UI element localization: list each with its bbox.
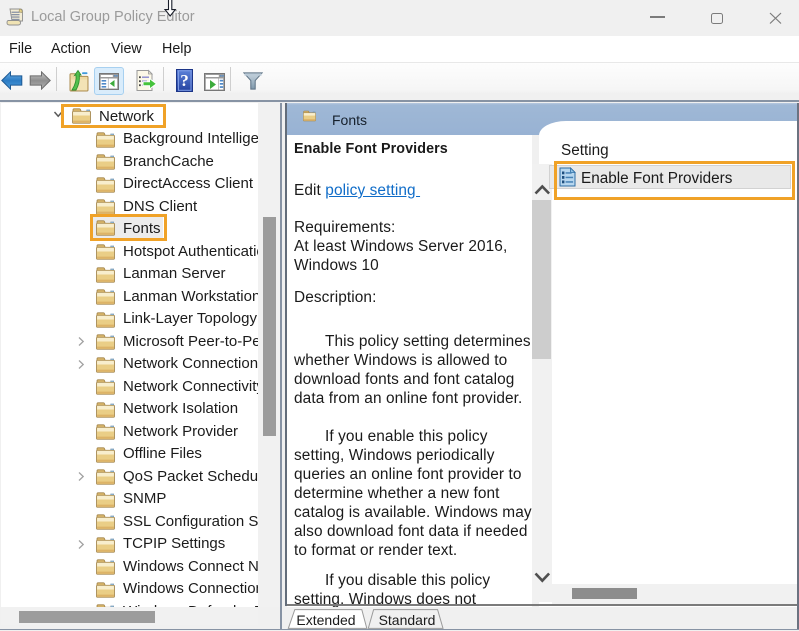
svg-text:Standard: Standard xyxy=(379,612,436,628)
svg-text:?: ? xyxy=(180,71,189,90)
svg-text:Extended: Extended xyxy=(296,612,355,628)
